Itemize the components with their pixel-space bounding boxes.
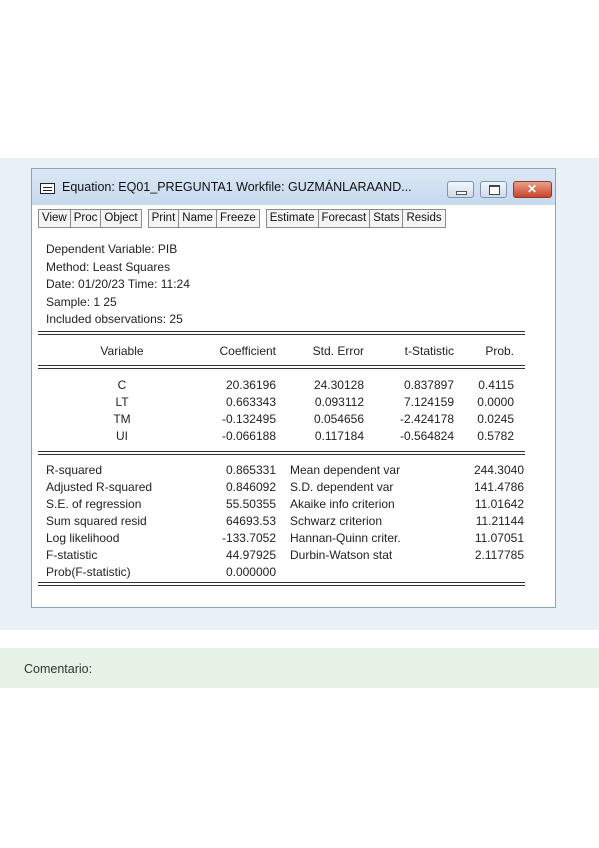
stat-value: 141.4786 [473, 480, 524, 494]
col-header-t-statistic: t-Statistic [404, 344, 454, 358]
stat-label: F-statistic [46, 548, 98, 562]
freeze-button[interactable]: Freeze [215, 209, 260, 228]
coef-bottom-rule [38, 451, 525, 452]
stat-label: Log likelihood [46, 531, 120, 545]
cell-variable: LT [115, 395, 129, 409]
col-header-prob: Prob. [485, 344, 514, 358]
cell-variable: TM [113, 412, 131, 426]
cell-t-statistic: 7.124159 [403, 395, 454, 409]
window-title: Equation: EQ01_PREGUNTA1 Workfile: GUZMÁ… [62, 180, 412, 194]
stat-label: Durbin-Watson stat [290, 548, 393, 562]
cell-t-statistic: 0.837897 [403, 378, 454, 392]
stat-value: 0.000000 [225, 565, 276, 579]
resids-button[interactable]: Resids [402, 209, 446, 228]
observations-line: Included observations: 25 [46, 312, 183, 326]
stat-value: 11.01642 [474, 497, 524, 511]
stat-label: S.E. of regression [46, 497, 142, 511]
stat-label: S.D. dependent var [290, 480, 394, 494]
cell-t-statistic: -2.424178 [399, 412, 454, 426]
coef-bottom-rule-2 [38, 454, 525, 455]
cell-std-error: 24.30128 [313, 378, 364, 392]
col-header-coefficient: Coefficient [219, 344, 276, 358]
cell-prob: 0.0245 [477, 412, 514, 426]
cell-variable: C [117, 378, 127, 392]
sample-line: Sample: 1 25 [46, 294, 117, 309]
stat-label: Prob(F-statistic) [46, 565, 131, 579]
stat-value: 44.97925 [225, 548, 276, 562]
forecast-button[interactable]: Forecast [317, 209, 370, 228]
cell-coefficient: -0.066188 [221, 429, 276, 443]
stat-value: 55.50355 [225, 497, 276, 511]
table-top-rule [38, 331, 525, 332]
name-button[interactable]: Name [178, 209, 216, 228]
cell-coefficient: -0.132495 [221, 412, 276, 426]
stat-label: Akaike info criterion [290, 497, 395, 511]
date-time-line: Date: 01/20/23 Time: 11:24 [46, 277, 190, 291]
col-header-variable: Variable [100, 344, 144, 358]
stat-label: R-squared [46, 463, 103, 477]
cell-std-error: 0.054656 [313, 412, 364, 426]
method-line: Method: Least Squares [46, 259, 171, 274]
stat-value: 11.21144 [475, 514, 524, 528]
col-header-std-error: Std. Error [312, 344, 364, 358]
comment-section: Comentario: [0, 648, 599, 688]
title-bar[interactable]: Equation: EQ01_PREGUNTA1 Workfile: GUZMÁ… [32, 169, 555, 205]
stat-value: 0.846092 [225, 480, 276, 494]
estimation-header: Dependent Variable: PIB Method: Least Sq… [46, 241, 190, 329]
stats-button[interactable]: Stats [369, 209, 403, 228]
print-button[interactable]: Print [147, 209, 179, 228]
proc-button[interactable]: Proc [69, 209, 101, 228]
stat-value: 2.117785 [474, 548, 524, 562]
stat-label: Adjusted R-squared [46, 480, 153, 494]
table-bottom-rule [38, 582, 525, 583]
cell-coefficient: 20.36196 [225, 378, 276, 392]
table-bottom-rule-2 [38, 585, 525, 586]
comment-label: Comentario: [24, 662, 93, 676]
stat-value: 64693.53 [225, 514, 276, 528]
stat-label: Sum squared resid [46, 514, 147, 528]
close-button[interactable] [513, 181, 552, 198]
dependent-variable-line: Dependent Variable: PIB [46, 242, 178, 256]
cell-prob: 0.4115 [478, 378, 514, 392]
cell-std-error: 0.093112 [314, 395, 364, 409]
header-bottom-rule [38, 365, 525, 366]
stat-label: Hannan-Quinn criter. [290, 531, 401, 545]
table-top-rule-2 [38, 334, 525, 335]
header-bottom-rule-2 [38, 368, 525, 369]
view-button[interactable]: View [38, 209, 70, 228]
stat-label: Schwarz criterion [290, 514, 383, 528]
stat-value: 11.07051 [474, 531, 524, 545]
cell-std-error: 0.117184 [314, 429, 364, 443]
window-menu-icon[interactable] [40, 183, 55, 194]
stat-value: -133.7052 [221, 531, 276, 545]
cell-variable: UI [116, 429, 128, 443]
object-button[interactable]: Object [100, 209, 142, 228]
maximize-button[interactable] [480, 181, 507, 198]
stat-value: 244.3040 [473, 463, 524, 477]
cell-prob: 0.0000 [477, 395, 514, 409]
estimate-button[interactable]: Estimate [265, 209, 318, 228]
stat-value: 0.865331 [225, 463, 276, 477]
equation-window: Equation: EQ01_PREGUNTA1 Workfile: GUZMÁ… [31, 168, 556, 608]
toolbar: View Proc Object Print Name Freeze Estim… [38, 209, 446, 228]
cell-t-statistic: -0.564824 [399, 429, 454, 443]
cell-coefficient: 0.663343 [225, 395, 276, 409]
cell-prob: 0.5782 [477, 429, 514, 443]
minimize-button[interactable] [447, 181, 474, 198]
stat-label: Mean dependent var [290, 463, 401, 477]
